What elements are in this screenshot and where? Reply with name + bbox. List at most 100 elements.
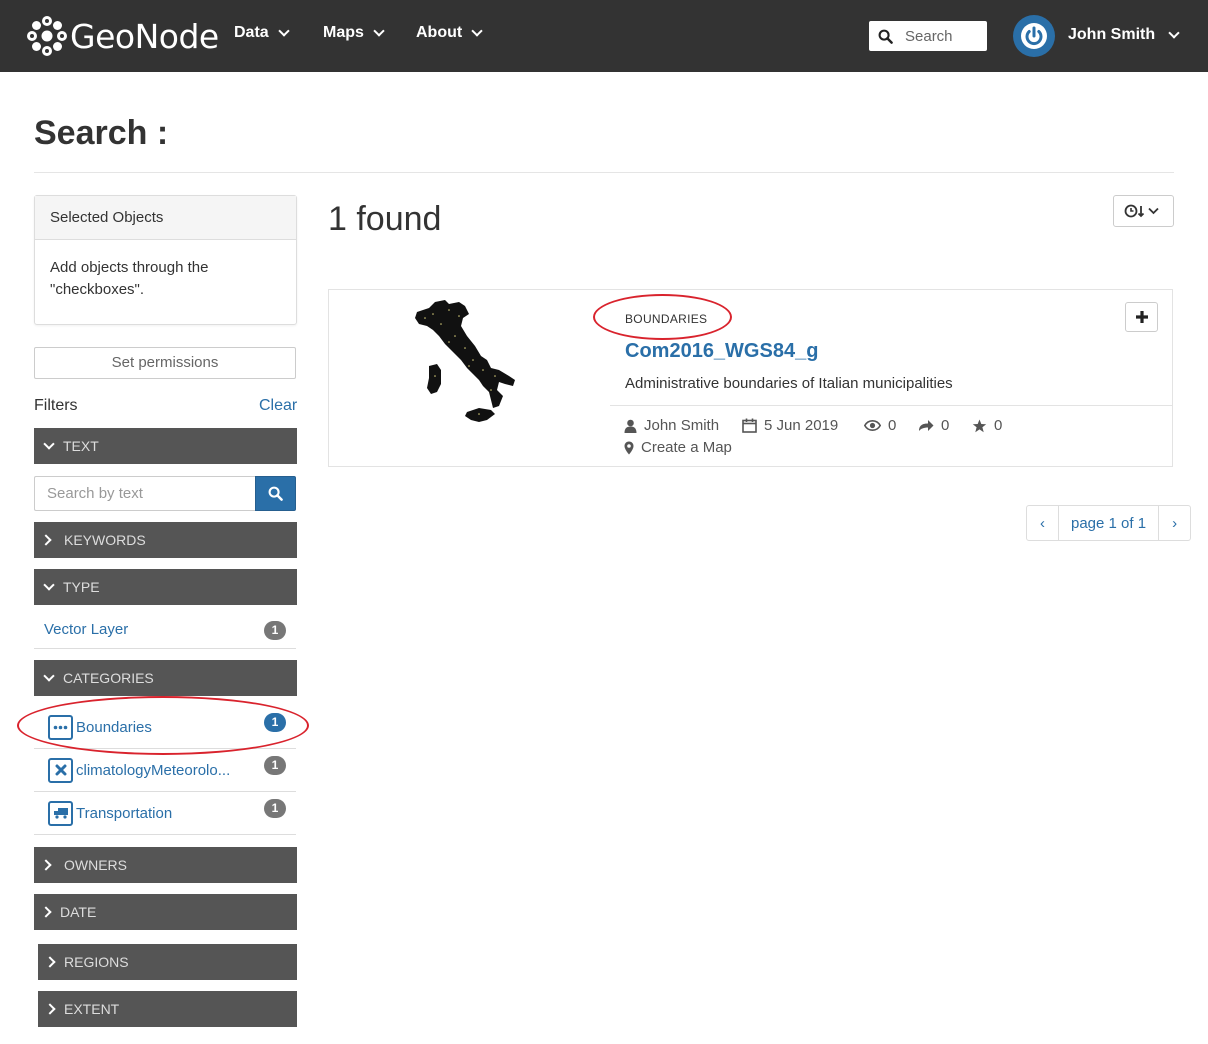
sort-order-button[interactable] — [1113, 195, 1174, 227]
count-badge: 1 — [264, 713, 286, 732]
nav-maps-menu[interactable]: Maps — [323, 24, 385, 42]
chevron-down-icon — [43, 579, 55, 591]
nav-maps-label: Maps — [323, 24, 364, 41]
prev-page-button[interactable]: ‹ — [1027, 506, 1058, 540]
set-permissions-button[interactable]: Set permissions — [34, 347, 296, 379]
nav-search-box[interactable] — [869, 21, 987, 51]
chevron-right-icon — [44, 956, 56, 968]
result-views-count: 0 — [888, 417, 897, 434]
nav-search-input[interactable] — [905, 27, 985, 45]
layer-thumbnail[interactable] — [409, 296, 519, 434]
result-date: 5 Jun 2019 — [742, 417, 838, 434]
category-item-transportation[interactable]: Transportation 1 — [34, 792, 296, 835]
category-item-label: Boundaries — [76, 718, 152, 736]
result-date-value: 5 Jun 2019 — [764, 417, 839, 434]
page-title: Search : — [34, 114, 169, 152]
selected-objects-body: Add objects through the "checkboxes". — [50, 259, 209, 298]
filter-section-label: KEYWORDS — [64, 532, 146, 548]
result-title-link[interactable]: Com2016_WGS84_g — [625, 340, 818, 363]
brand-name: GeoNode — [70, 16, 219, 56]
selected-objects-title: Selected Objects — [35, 196, 296, 240]
nav-about-label: About — [416, 24, 463, 41]
chevron-down-icon — [43, 670, 55, 682]
filter-section-date[interactable]: DATE — [34, 894, 297, 930]
result-category-label: BOUNDARIES — [625, 312, 708, 326]
chevron-right-icon — [40, 906, 52, 918]
search-icon — [268, 486, 283, 501]
filter-section-extent[interactable]: EXTENT — [38, 991, 297, 1027]
chevron-right-icon — [40, 859, 52, 871]
category-item-label: Transportation — [76, 804, 173, 822]
share-icon — [919, 420, 934, 431]
map-marker-icon — [624, 441, 634, 454]
eye-icon — [864, 420, 881, 431]
chevron-down-icon — [471, 24, 483, 37]
result-shares-count: 0 — [941, 417, 950, 434]
count-badge: 1 — [264, 756, 286, 775]
geonode-logo[interactable]: GeoNode — [26, 11, 219, 61]
search-icon — [878, 29, 893, 44]
filter-section-owners[interactable]: OWNERS — [34, 847, 297, 883]
geonode-flower-icon — [27, 16, 67, 56]
clear-filters-link[interactable]: Clear — [259, 397, 297, 415]
count-badge: 1 — [264, 621, 286, 640]
results-count: 1 found — [328, 200, 442, 238]
type-item-vector-layer[interactable]: Vector Layer 1 — [34, 610, 296, 649]
create-map-label: Create a Map — [641, 439, 732, 456]
filter-section-regions[interactable]: REGIONS — [38, 944, 297, 980]
result-rating-count: 0 — [994, 417, 1003, 434]
text-search-group — [34, 476, 296, 511]
filter-section-label: TYPE — [63, 579, 100, 595]
star-icon — [972, 419, 987, 432]
result-card: BOUNDARIES Com2016_WGS84_g Administrativ… — [328, 289, 1173, 467]
navbar: GeoNode Data Maps About John Smith — [0, 0, 1208, 72]
add-to-selection-button[interactable] — [1125, 302, 1158, 332]
chevron-down-icon — [1168, 26, 1180, 39]
filter-section-categories[interactable]: CATEGORIES — [34, 660, 297, 696]
ellipsis-icon — [48, 714, 73, 740]
user-menu[interactable]: John Smith — [1068, 26, 1180, 44]
chevron-right-icon — [44, 1003, 56, 1015]
chevron-right-icon — [40, 534, 52, 546]
page-indicator: page 1 of 1 — [1058, 506, 1160, 540]
filter-section-label: OWNERS — [64, 857, 127, 873]
calendar-icon — [742, 418, 757, 433]
result-abstract: Administrative boundaries of Italian mun… — [625, 375, 953, 392]
result-owner[interactable]: John Smith — [624, 417, 719, 434]
selected-objects-panel: Selected Objects Add objects through the… — [34, 195, 297, 325]
category-item-label: climatologyMeteorolo... — [76, 761, 231, 779]
category-item-climatology[interactable]: climatologyMeteorolo... 1 — [34, 749, 296, 792]
truck-icon — [48, 800, 73, 826]
create-map-link[interactable]: Create a Map — [624, 439, 732, 456]
chevron-down-icon — [43, 438, 55, 450]
search-by-text-input[interactable] — [34, 476, 255, 511]
nav-about-menu[interactable]: About — [416, 24, 483, 42]
nav-data-label: Data — [234, 24, 269, 41]
result-owner-name: John Smith — [644, 417, 720, 434]
divider — [34, 172, 1174, 173]
filter-section-keywords[interactable]: KEYWORDS — [34, 522, 297, 558]
filter-section-label: TEXT — [63, 438, 99, 454]
pagination: ‹ page 1 of 1 › — [1026, 505, 1192, 541]
category-item-boundaries[interactable]: Boundaries 1 — [34, 706, 296, 749]
count-badge: 1 — [264, 799, 286, 818]
divider — [610, 405, 1173, 406]
result-shares: 0 — [918, 417, 949, 434]
user-name-label: John Smith — [1068, 26, 1156, 43]
result-rating: 0 — [972, 417, 1002, 434]
filter-section-label: EXTENT — [64, 1001, 120, 1017]
nav-data-menu[interactable]: Data — [234, 24, 290, 42]
filter-section-text[interactable]: TEXT — [34, 428, 297, 464]
clock-sort-icon — [1124, 204, 1159, 218]
avatar[interactable] — [1013, 15, 1055, 57]
user-icon — [624, 419, 637, 433]
type-item-label: Vector Layer — [44, 620, 129, 638]
plus-icon — [1135, 311, 1148, 323]
text-search-button[interactable] — [255, 476, 296, 511]
filter-section-label: REGIONS — [64, 954, 129, 970]
result-views: 0 — [864, 417, 896, 434]
next-page-button[interactable]: › — [1159, 506, 1190, 540]
chevron-down-icon — [373, 24, 385, 37]
times-icon — [48, 757, 73, 783]
filter-section-type[interactable]: TYPE — [34, 569, 297, 605]
